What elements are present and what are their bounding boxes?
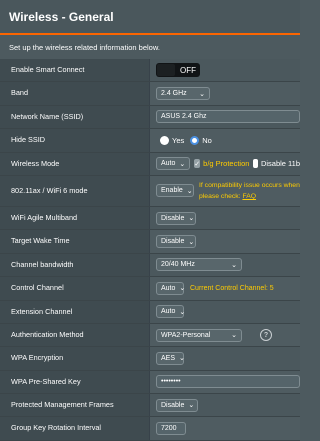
pmf-select[interactable]: Disable ⌄ (156, 398, 198, 412)
row-agile-multiband: WiFi Agile Multiband Disable ⌄ (0, 206, 300, 231)
hide-ssid-yes-label: Yes (172, 135, 185, 145)
page-description: Set up the wireless related information … (9, 43, 160, 52)
row-control-channel: Control Channel Auto ⌄ Current Control C… (0, 277, 300, 301)
target-wake-label: Target Wake Time (0, 230, 150, 253)
smart-connect-label: Enable Smart Connect (0, 59, 150, 82)
title-underline (0, 33, 300, 35)
row-extension-channel: Extension Channel Auto ⌄ (0, 300, 300, 324)
row-band: Band 2.4 GHz ⌄ (0, 82, 300, 106)
wireless-mode-label: Wireless Mode (0, 152, 150, 175)
row-gk-rotation: Group Key Rotation Interval 7200 (0, 417, 300, 441)
page-header: Wireless - General (0, 0, 300, 33)
bg-protection-checkbox[interactable]: ✓ (194, 159, 201, 169)
chevron-down-icon: ⌄ (179, 160, 186, 168)
wireless-mode-value: Auto (161, 160, 176, 168)
bandwidth-label: Channel bandwidth (0, 253, 150, 277)
row-bandwidth: Channel bandwidth 20/40 MHz ⌄ (0, 253, 300, 278)
wifi6-select[interactable]: Enable ⌄ (156, 184, 194, 198)
help-icon[interactable]: ? (260, 329, 272, 342)
row-wpa-encryption: WPA Encryption AES ⌄ (0, 347, 300, 371)
wireless-mode-select[interactable]: Auto ⌄ (156, 157, 191, 171)
wifi6-value: Enable (161, 187, 183, 195)
chevron-down-icon: ⌄ (188, 238, 195, 246)
wpa-encryption-select[interactable]: AES ⌄ (156, 351, 185, 365)
chevron-down-icon: ⌄ (199, 90, 205, 98)
gk-rotation-label: Group Key Rotation Interval (0, 417, 150, 440)
row-hide-ssid: Hide SSID Yes No (0, 129, 300, 153)
chevron-down-icon: ⌄ (186, 187, 193, 195)
hide-ssid-yes-radio[interactable] (160, 135, 169, 145)
toggle-knob (157, 64, 175, 77)
agile-multiband-value: Disable (161, 214, 185, 222)
wpa-encryption-value: AES (161, 354, 176, 362)
hide-ssid-no-label: No (202, 135, 212, 145)
psk-input[interactable]: •••••••• (156, 375, 300, 389)
target-wake-value: Disable (161, 238, 185, 246)
chevron-down-icon: ⌄ (231, 261, 237, 269)
auth-method-value: WPA2-Personal (161, 331, 211, 339)
chevron-down-icon: ⌄ (188, 402, 195, 410)
control-channel-select[interactable]: Auto ⌄ (156, 281, 186, 295)
control-channel-label: Control Channel (0, 277, 150, 300)
band-select[interactable]: 2.4 GHz ⌄ (156, 87, 210, 101)
band-label: Band (0, 82, 150, 105)
row-pmf: Protected Management Frames Disable ⌄ (0, 394, 300, 418)
auth-method-select[interactable]: WPA2-Personal ⌄ (156, 328, 242, 342)
extension-channel-label: Extension Channel (0, 300, 150, 323)
wifi6-note-line2: please check: (199, 192, 241, 200)
gk-rotation-input[interactable]: 7200 (156, 422, 186, 436)
agile-multiband-label: WiFi Agile Multiband (0, 206, 150, 230)
bandwidth-value: 20/40 MHz (161, 261, 195, 269)
ssid-input-value: ASUS 2.4 Ghz (161, 113, 207, 121)
row-smart-connect: Enable Smart Connect OFF (0, 59, 300, 83)
row-wireless-mode: Wireless Mode Auto ⌄ ✓ b/g Protection Di… (0, 152, 300, 176)
pmf-label: Protected Management Frames (0, 394, 150, 417)
target-wake-select[interactable]: Disable ⌄ (156, 235, 196, 249)
agile-multiband-select[interactable]: Disable ⌄ (156, 211, 196, 225)
current-channel-text: Current Control Channel: 5 (190, 284, 274, 292)
gk-rotation-value: 7200 (161, 425, 177, 433)
psk-label: WPA Pre-Shared Key (0, 370, 150, 394)
settings-table: Enable Smart Connect OFF Band 2.4 GHz ⌄ … (0, 59, 300, 441)
smart-connect-toggle[interactable]: OFF (156, 63, 200, 78)
band-select-value: 2.4 GHz (161, 90, 187, 98)
chevron-down-icon: ⌄ (179, 308, 186, 316)
wifi6-note: If compatibility issue occurs when pleas… (199, 180, 300, 202)
row-wifi6: 802.11ax / WiFi 6 mode Enable ⌄ If compa… (0, 175, 300, 207)
hide-ssid-label: Hide SSID (0, 129, 150, 152)
extension-channel-select[interactable]: Auto ⌄ (156, 305, 186, 319)
disable-11b-label: Disable 11b (260, 159, 300, 169)
disable-11b-checkbox[interactable] (253, 159, 258, 169)
row-psk: WPA Pre-Shared Key •••••••• (0, 370, 300, 395)
page-title: Wireless - General (9, 10, 114, 24)
row-target-wake: Target Wake Time Disable ⌄ (0, 230, 300, 254)
psk-input-value: •••••••• (161, 378, 181, 386)
extension-channel-value: Auto (161, 308, 176, 316)
bg-protection-label: b/g Protection (203, 159, 250, 169)
ssid-label: Network Name (SSID) (0, 105, 150, 129)
toggle-state-text: OFF (180, 65, 196, 75)
chevron-down-icon: ⌄ (188, 215, 195, 223)
row-auth-method: Authentication Method WPA2-Personal ⌄ ? (0, 323, 300, 348)
hide-ssid-no-radio[interactable] (190, 135, 200, 145)
faq-link[interactable]: FAQ (242, 193, 256, 200)
wifi6-label: 802.11ax / WiFi 6 mode (0, 175, 150, 206)
bandwidth-select[interactable]: 20/40 MHz ⌄ (156, 258, 242, 272)
chevron-down-icon: ⌄ (179, 355, 185, 363)
chevron-down-icon: ⌄ (231, 332, 237, 340)
wpa-encryption-label: WPA Encryption (0, 347, 150, 370)
chevron-down-icon: ⌄ (179, 285, 186, 293)
pmf-value: Disable (161, 401, 185, 409)
wifi6-note-line1: If compatibility issue occurs when (199, 181, 300, 189)
control-channel-value: Auto (161, 284, 176, 292)
ssid-input[interactable]: ASUS 2.4 Ghz (156, 110, 300, 124)
auth-method-label: Authentication Method (0, 323, 150, 347)
row-ssid: Network Name (SSID) ASUS 2.4 Ghz (0, 105, 300, 130)
